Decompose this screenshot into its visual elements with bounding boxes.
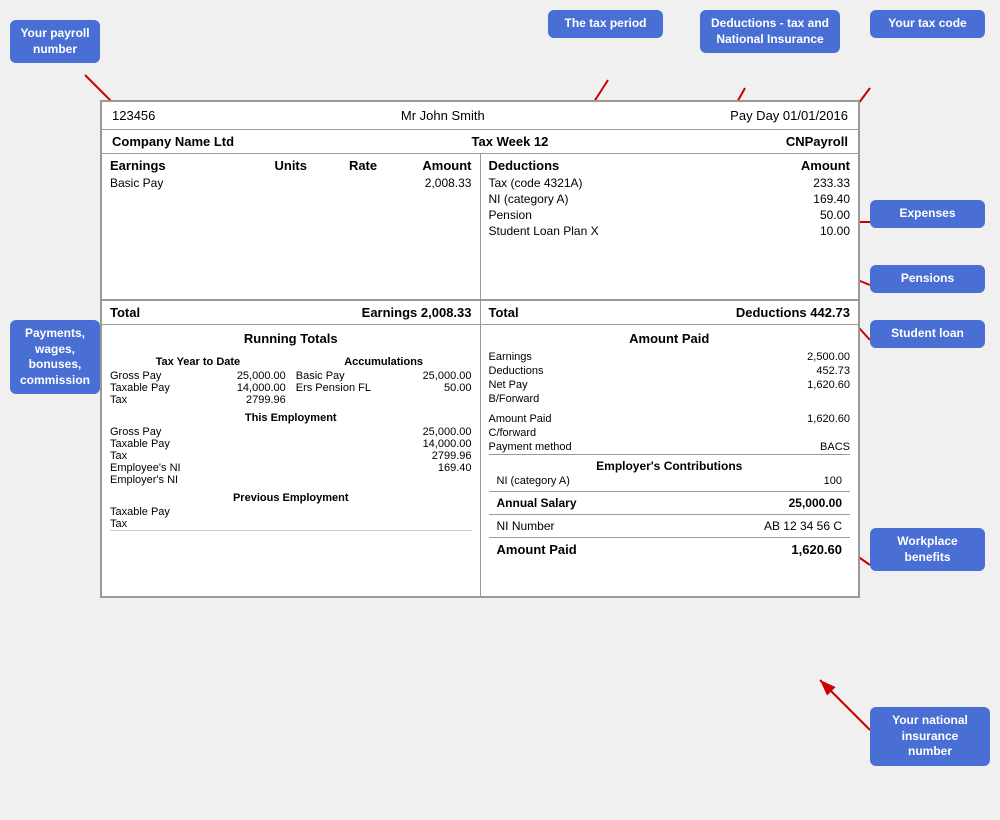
- ap-amount-paid: Amount Paid 1,620.60: [489, 412, 851, 426]
- rt-taxable-pay: Taxable Pay 14,000.00: [110, 382, 286, 394]
- annual-salary: Annual Salary 25,000.00: [489, 491, 851, 514]
- deduction-pension: Pension 50.00: [489, 207, 851, 223]
- deductions-header: Deductions Amount: [489, 158, 851, 173]
- te-taxable-pay: Taxable Pay 14,000.00: [110, 438, 472, 450]
- amount-label: Amount: [399, 158, 471, 173]
- acc-ers-pension: Ers Pension FL 50.00: [296, 382, 472, 394]
- earnings-total-label: Total: [110, 305, 140, 320]
- earnings-total-value: Earnings 2,008.33: [362, 305, 472, 320]
- payroll-system: CNPayroll: [786, 134, 848, 149]
- deductions-label: Deductions: [489, 158, 730, 173]
- amount-paid-column: Amount Paid Earnings 2,500.00 Deductions…: [481, 325, 859, 596]
- ni-number-row: NI Number AB 12 34 56 C: [489, 514, 851, 537]
- pe-tax: Tax: [110, 518, 472, 530]
- previous-employment-title: Previous Employment: [110, 492, 472, 504]
- amount-paid-title: Amount Paid: [489, 331, 851, 346]
- student-loan-annotation: Student loan: [870, 320, 985, 348]
- payroll-number-annotation: Your payroll number: [10, 20, 100, 63]
- rate-label: Rate: [327, 158, 399, 173]
- earnings-item-basic-pay: Basic Pay 2,008.33: [110, 175, 472, 191]
- te-gross-pay: Gross Pay 25,000.00: [110, 426, 472, 438]
- accumulations-title: Accumulations: [296, 356, 472, 368]
- payslip-header: 123456 Mr John Smith Pay Day 01/01/2016: [102, 102, 858, 130]
- ni-number-value: AB 12 34 56 C: [764, 519, 842, 533]
- totals-row: Total Earnings 2,008.33 Total Deductions…: [102, 300, 858, 324]
- tax-code-annotation: Your tax code: [870, 10, 985, 38]
- amount-paid-final-label: Amount Paid: [497, 542, 577, 557]
- tax-ytd-title: Tax Year to Date: [110, 356, 286, 368]
- deductions-total: Total Deductions 442.73: [481, 301, 859, 324]
- blank-area: [110, 530, 472, 590]
- pay-date: Pay Day 01/01/2016: [730, 108, 848, 123]
- payroll-number: 123456: [112, 108, 155, 123]
- deductions-annotation: Deductions - tax and National Insurance: [700, 10, 840, 53]
- earnings-header: Earnings Units Rate Amount: [110, 158, 472, 173]
- earnings-total: Total Earnings 2,008.33: [102, 301, 481, 324]
- basic-pay-amount: 2,008.33: [399, 176, 471, 190]
- basic-pay-units: [255, 176, 327, 190]
- deductions-total-value: Deductions 442.73: [736, 305, 850, 320]
- deductions-amount-label: Amount: [730, 158, 851, 173]
- ap-bforward: B/Forward: [489, 392, 851, 406]
- ap-deductions: Deductions 452.73: [489, 364, 851, 378]
- running-totals: Running Totals Tax Year to Date Gross Pa…: [102, 325, 481, 596]
- units-label: Units: [255, 158, 327, 173]
- ap-cforward: C/forward: [489, 426, 851, 440]
- payments-wages-annotation: Payments, wages, bonuses, commission: [10, 320, 100, 394]
- tax-week: Tax Week 12: [472, 134, 549, 149]
- basic-pay-rate: [327, 176, 399, 190]
- ap-payment-method: Payment method BACS: [489, 440, 851, 454]
- deductions-section: Deductions Amount Tax (code 4321A) 233.3…: [481, 154, 859, 299]
- workplace-benefits-annotation: Workplace benefits: [870, 528, 985, 571]
- deduction-student-loan: Student Loan Plan X 10.00: [489, 223, 851, 239]
- payslip: 123456 Mr John Smith Pay Day 01/01/2016 …: [100, 100, 860, 598]
- company-row: Company Name Ltd Tax Week 12 CNPayroll: [102, 130, 858, 154]
- te-tax: Tax 2799.96: [110, 450, 472, 462]
- ec-ni: NI (category A) 100: [497, 475, 843, 487]
- annual-salary-label: Annual Salary: [497, 496, 577, 510]
- deduction-ni: NI (category A) 169.40: [489, 191, 851, 207]
- amount-paid-final-value: 1,620.60: [791, 542, 842, 557]
- ap-net-pay: Net Pay 1,620.60: [489, 378, 851, 392]
- basic-pay-label: Basic Pay: [110, 176, 255, 190]
- ec-ni-label: NI (category A): [497, 475, 570, 487]
- earnings-section: Earnings Units Rate Amount Basic Pay 2,0…: [102, 154, 481, 299]
- earnings-label: Earnings: [110, 158, 255, 173]
- pe-taxable-pay: Taxable Pay: [110, 506, 472, 518]
- ni-number-label: NI Number: [497, 519, 555, 533]
- company-name: Company Name Ltd: [112, 134, 234, 149]
- this-employment-title: This Employment: [110, 412, 472, 424]
- deductions-body: Tax (code 4321A) 233.33 NI (category A) …: [489, 175, 851, 295]
- rt-tax: Tax 2799.96: [110, 394, 286, 406]
- pensions-annotation: Pensions: [870, 265, 985, 293]
- annual-salary-value: 25,000.00: [789, 496, 842, 510]
- national-insurance-annotation: Your national insurance number: [870, 707, 990, 766]
- amount-paid-final: Amount Paid 1,620.60: [489, 537, 851, 561]
- expenses-annotation: Expenses: [870, 200, 985, 228]
- ap-earnings: Earnings 2,500.00: [489, 350, 851, 364]
- deduction-tax: Tax (code 4321A) 233.33: [489, 175, 851, 191]
- tax-period-annotation: The tax period: [548, 10, 663, 38]
- earnings-deductions-section: Earnings Units Rate Amount Basic Pay 2,0…: [102, 154, 858, 300]
- ec-ni-value: 100: [824, 475, 842, 487]
- rt-gross-pay: Gross Pay 25,000.00: [110, 370, 286, 382]
- deductions-total-label: Total: [489, 305, 519, 320]
- bottom-section: Running Totals Tax Year to Date Gross Pa…: [102, 324, 858, 596]
- employer-contributions: Employer's Contributions NI (category A)…: [489, 454, 851, 491]
- te-employee-ni: Employee's NI 169.40: [110, 462, 472, 474]
- employer-contrib-title: Employer's Contributions: [497, 459, 843, 473]
- acc-basic-pay: Basic Pay 25,000.00: [296, 370, 472, 382]
- te-employer-ni: Employer's NI: [110, 474, 472, 486]
- earnings-body: Basic Pay 2,008.33: [110, 175, 472, 295]
- running-totals-title: Running Totals: [110, 331, 472, 346]
- employee-name: Mr John Smith: [401, 108, 485, 123]
